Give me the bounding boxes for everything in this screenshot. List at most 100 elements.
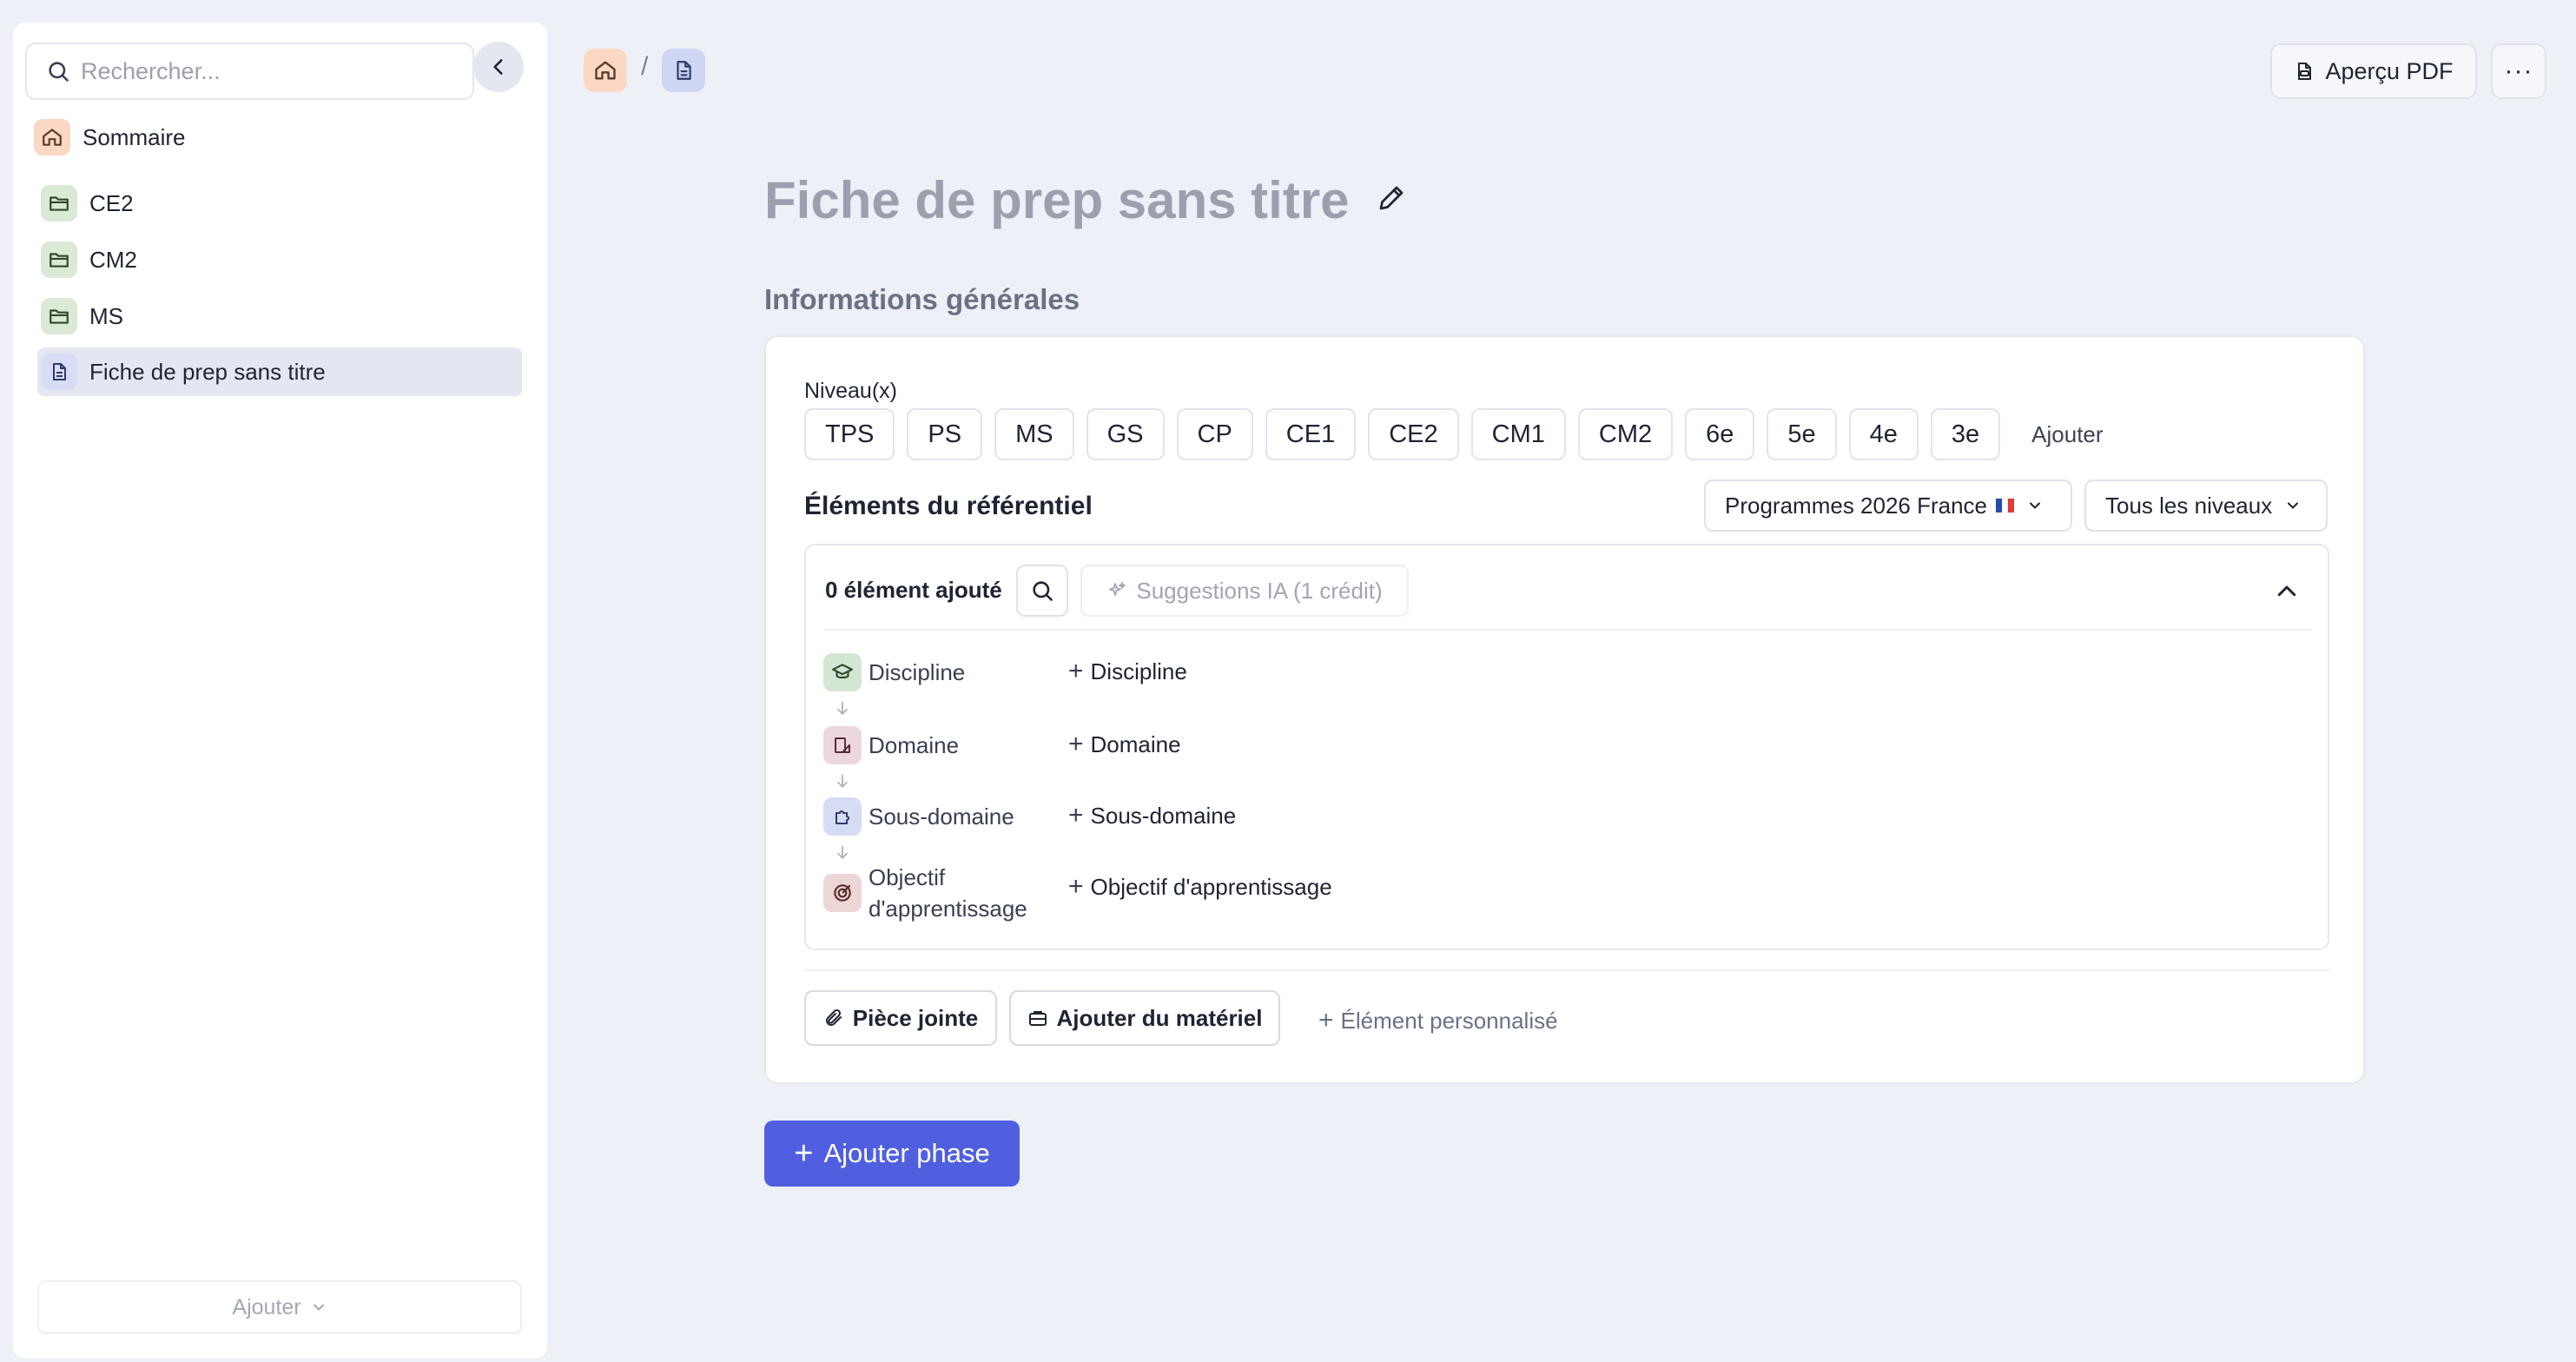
add-discipline-label: Discipline xyxy=(1090,658,1187,684)
attachment-label: Pièce jointe xyxy=(852,1004,979,1031)
custom-element-label: Élément personnalisé xyxy=(1340,1007,1558,1034)
document-icon xyxy=(672,59,695,82)
sidebar-item-cm2[interactable]: CM2 xyxy=(41,235,137,284)
chevron-down-icon xyxy=(301,1299,327,1316)
attachment-button[interactable]: Pièce jointe xyxy=(804,990,997,1046)
general-info-card: Niveau(x) TPS PS MS GS CP CE1 CE2 CM1 CM… xyxy=(764,335,2365,1084)
level-chip[interactable]: CM2 xyxy=(1577,408,1674,460)
referentiel-panel: 0 élément ajouté Suggestions IA (1 crédi… xyxy=(804,544,2329,950)
add-objectif-button[interactable]: + Objectif d'apprentissage xyxy=(1068,872,1332,902)
sparkles-icon xyxy=(1106,580,1136,601)
add-sous-domaine-button[interactable]: + Sous-domaine xyxy=(1068,801,1236,830)
add-material-button[interactable]: Ajouter du matériel xyxy=(1009,990,1280,1046)
more-icon: ··· xyxy=(2504,56,2533,85)
add-domaine-label: Domaine xyxy=(1090,731,1181,757)
hierarchy-label-line2: d'apprentissage xyxy=(869,896,1027,922)
level-chip[interactable]: CM1 xyxy=(1470,408,1566,460)
paperclip-icon xyxy=(823,1008,853,1028)
hierarchy-sous-domaine: Sous-domaine xyxy=(823,797,1014,836)
ai-suggestions-button[interactable]: Suggestions IA (1 crédit) xyxy=(1080,565,1409,617)
level-chip[interactable]: CE2 xyxy=(1368,408,1459,460)
add-phase-button[interactable]: + Ajouter phase xyxy=(764,1121,1020,1187)
briefcase-icon xyxy=(1027,1008,1057,1028)
sidebar-add-label: Ajouter xyxy=(232,1294,301,1319)
chevron-down-icon xyxy=(2014,497,2044,514)
shapes-icon xyxy=(823,726,862,764)
arrow-down-icon xyxy=(834,771,851,790)
sidebar-search[interactable] xyxy=(25,43,474,100)
add-phase-label: Ajouter phase xyxy=(823,1138,990,1168)
plus-icon: + xyxy=(1068,801,1084,830)
level-chip[interactable]: 5e xyxy=(1767,408,1837,460)
add-domaine-button[interactable]: + Domaine xyxy=(1068,730,1181,759)
custom-element-button[interactable]: + Élément personnalisé xyxy=(1318,1006,1558,1035)
sidebar-item-ce2[interactable]: CE2 xyxy=(41,179,134,228)
home-icon xyxy=(593,58,618,83)
plus-icon: + xyxy=(1318,1006,1334,1035)
sidebar-item-label: Fiche de prep sans titre xyxy=(89,358,326,385)
hierarchy-label-line1: Objectif xyxy=(869,864,946,890)
add-level-button[interactable]: Ajouter xyxy=(2031,421,2103,448)
sidebar-item-ms[interactable]: MS xyxy=(41,292,123,340)
section-title: Informations générales xyxy=(764,283,1080,315)
sidebar-add-button[interactable]: Ajouter xyxy=(37,1280,522,1334)
level-chip[interactable]: TPS xyxy=(804,408,895,460)
graduation-cap-icon xyxy=(823,653,862,691)
puzzle-icon xyxy=(823,797,862,836)
sidebar-item-fiche[interactable]: Fiche de prep sans titre xyxy=(37,347,522,396)
sidebar-item-label: Sommaire xyxy=(83,123,186,150)
level-chip[interactable]: 6e xyxy=(1685,408,1755,460)
hierarchy-domaine: Domaine xyxy=(823,726,959,764)
level-select[interactable]: Tous les niveaux xyxy=(2084,479,2328,532)
level-chip[interactable]: CE1 xyxy=(1265,408,1357,460)
sidebar-item-label: CM2 xyxy=(89,246,137,273)
add-discipline-button[interactable]: + Discipline xyxy=(1068,657,1187,686)
pencil-icon[interactable] xyxy=(1376,182,1407,214)
pdf-preview-label: Aperçu PDF xyxy=(2325,57,2454,84)
program-select[interactable]: Programmes 2026 France xyxy=(1704,479,2072,532)
add-sous-domaine-label: Sous-domaine xyxy=(1090,802,1237,829)
pdf-preview-button[interactable]: Aperçu PDF xyxy=(2270,43,2477,99)
plus-icon: + xyxy=(1068,730,1084,758)
pdf-icon xyxy=(2294,61,2325,82)
plus-icon: + xyxy=(1068,872,1084,901)
breadcrumb-separator: / xyxy=(641,52,649,81)
level-chips: TPS PS MS GS CP CE1 CE2 CM1 CM2 6e 5e 4e… xyxy=(804,408,2104,460)
arrow-down-icon xyxy=(834,698,851,717)
folder-icon xyxy=(41,298,77,334)
add-objectif-label: Objectif d'apprentissage xyxy=(1090,873,1332,900)
referentiel-title: Éléments du référentiel xyxy=(804,492,1093,520)
breadcrumb-document[interactable] xyxy=(662,49,705,92)
level-chip[interactable]: 3e xyxy=(1930,408,2001,460)
level-chip[interactable]: PS xyxy=(907,408,983,460)
level-chip[interactable]: CP xyxy=(1176,408,1253,460)
chevron-left-icon xyxy=(487,56,510,78)
page-title[interactable]: Fiche de prep sans titre xyxy=(764,170,1350,230)
hierarchy-label: Discipline xyxy=(869,659,966,685)
home-icon xyxy=(34,119,70,155)
divider xyxy=(825,629,2312,631)
add-material-label: Ajouter du matériel xyxy=(1056,1004,1263,1031)
breadcrumb-home[interactable] xyxy=(584,49,627,92)
hierarchy-label: Objectif d'apprentissage xyxy=(869,862,1027,924)
sidebar-item-sommaire[interactable]: Sommaire xyxy=(34,113,185,162)
search-icon xyxy=(46,59,70,83)
plus-icon: + xyxy=(794,1134,814,1172)
level-chip[interactable]: MS xyxy=(994,408,1074,460)
element-count: 0 élément ajouté xyxy=(825,577,1002,603)
level-chip[interactable]: 4e xyxy=(1848,408,1919,460)
chevron-down-icon xyxy=(2272,497,2302,514)
ai-suggestions-label: Suggestions IA (1 crédit) xyxy=(1136,577,1383,604)
referentiel-search-button[interactable] xyxy=(1016,565,1068,617)
hierarchy-discipline: Discipline xyxy=(823,653,965,691)
chevron-up-icon[interactable] xyxy=(2274,579,2300,605)
search-input[interactable] xyxy=(81,57,446,85)
hierarchy-objectif: Objectif d'apprentissage xyxy=(823,862,1027,924)
document-icon xyxy=(41,354,77,390)
level-select-label: Tous les niveaux xyxy=(2105,492,2273,519)
collapse-sidebar-button[interactable] xyxy=(473,42,524,92)
search-icon xyxy=(1030,579,1054,603)
more-options-button[interactable]: ··· xyxy=(2491,43,2546,99)
level-chip[interactable]: GS xyxy=(1086,408,1165,460)
program-select-label: Programmes 2026 France xyxy=(1725,492,1988,519)
